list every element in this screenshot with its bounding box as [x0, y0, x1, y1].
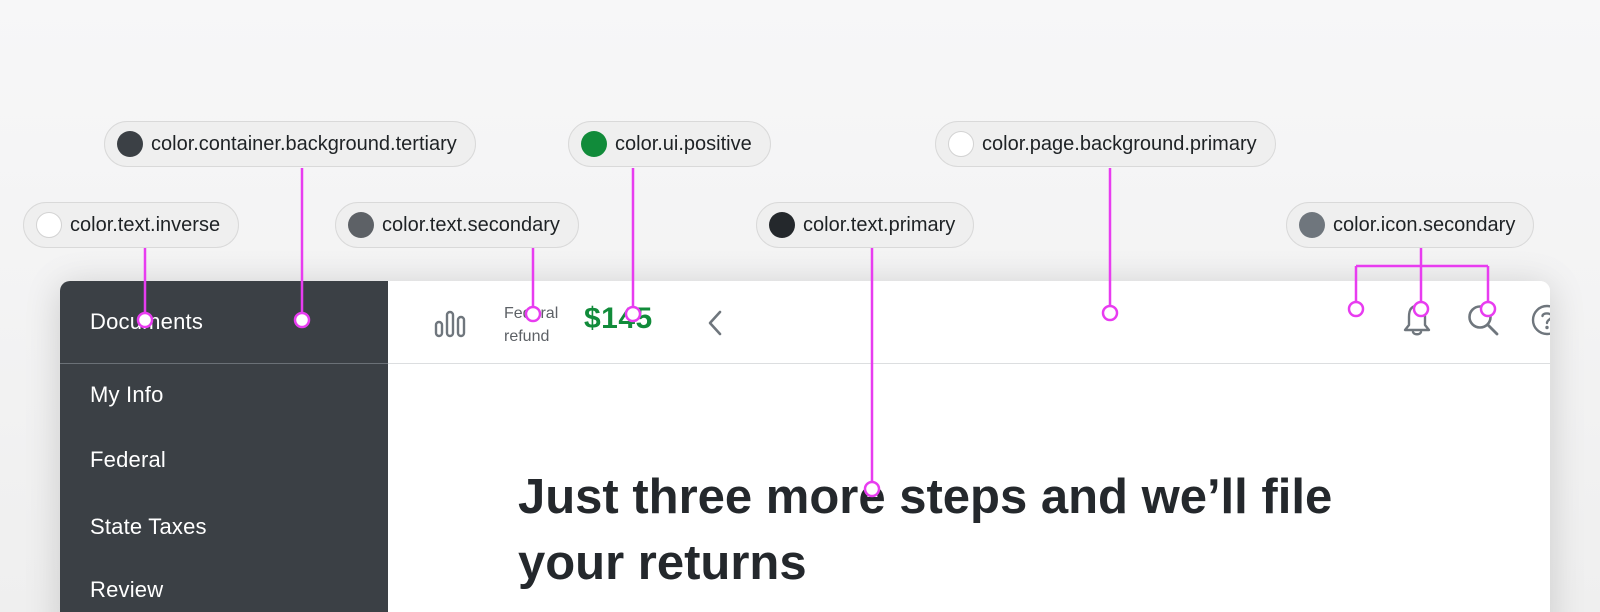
annotation-token-label: color.icon.secondary [1333, 213, 1516, 236]
annotation-text-primary: color.text.primary [756, 202, 975, 248]
annotation-leader-lines [136, 168, 1497, 498]
annotation-text-inverse: color.text.inverse [23, 202, 240, 248]
annotation-icon-secondary: color.icon.secondary [1286, 202, 1535, 248]
annotation-token-label: color.ui.positive [615, 132, 752, 155]
annotation-ui-positive: color.ui.positive [568, 121, 771, 167]
annotation-token-label: color.text.inverse [70, 213, 221, 236]
annotation-token-label: color.text.primary [803, 213, 956, 236]
annotation-token-label: color.page.background.primary [982, 132, 1257, 155]
annotation-page-background-primary: color.page.background.primary [935, 121, 1276, 167]
annotation-token-label: color.text.secondary [382, 213, 560, 236]
color-swatch [348, 212, 374, 238]
annotation-text-secondary: color.text.secondary [335, 202, 579, 248]
color-swatch [948, 131, 974, 157]
color-swatch [1299, 212, 1325, 238]
color-swatch [36, 212, 62, 238]
color-swatch [117, 131, 143, 157]
color-swatch [769, 212, 795, 238]
color-swatch [581, 131, 607, 157]
annotation-token-label: color.container.background.tertiary [151, 132, 457, 155]
annotation-container-background-tertiary: color.container.background.tertiary [104, 121, 476, 167]
